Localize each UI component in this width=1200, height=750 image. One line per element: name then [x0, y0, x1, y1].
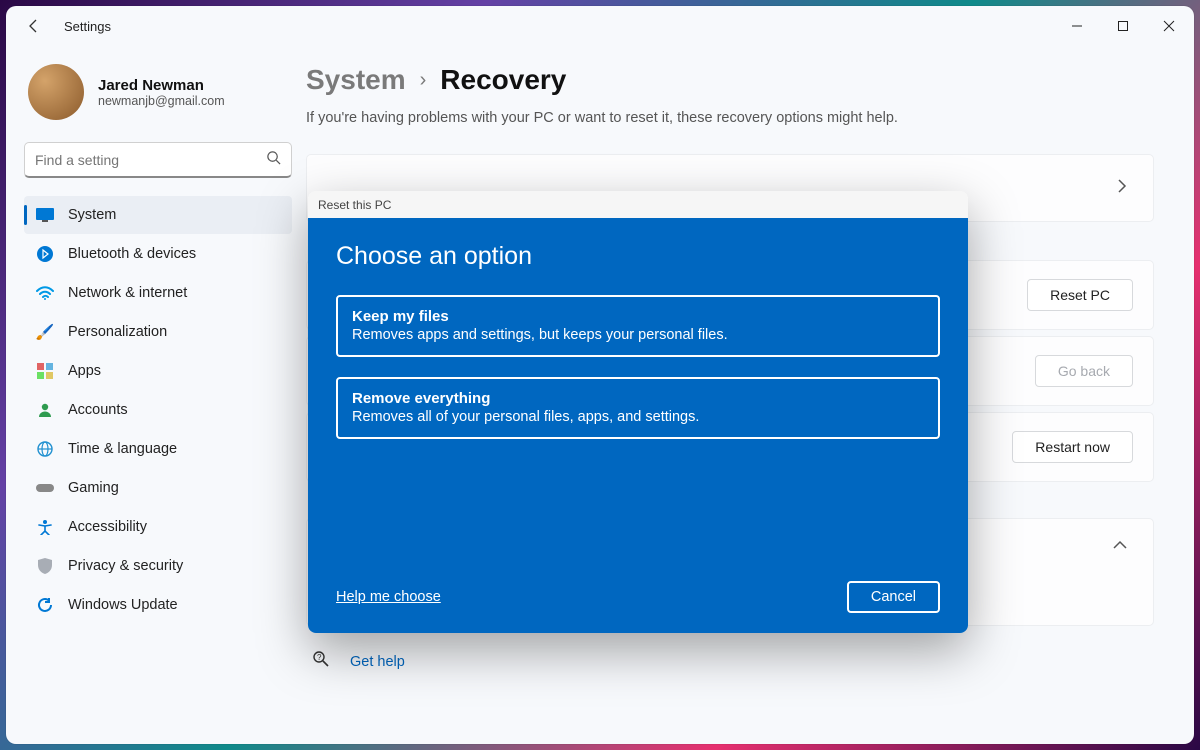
get-help-link[interactable]: Get help [350, 654, 405, 670]
sidebar-item-label: Accessibility [68, 519, 147, 535]
sidebar-item-accounts[interactable]: Accounts [24, 391, 292, 429]
sidebar-item-gaming[interactable]: Gaming [24, 469, 292, 507]
sidebar-item-label: Personalization [68, 324, 167, 340]
help-me-choose-link[interactable]: Help me choose [336, 589, 441, 605]
sidebar-item-apps[interactable]: Apps [24, 352, 292, 390]
brush-icon: 🖌️ [36, 323, 54, 341]
option-keep-my-files[interactable]: Keep my files Removes apps and settings,… [336, 295, 940, 357]
option-title: Remove everything [352, 390, 924, 407]
sidebar-item-label: Network & internet [68, 285, 187, 301]
update-icon [36, 596, 54, 614]
sidebar-item-time-language[interactable]: Time & language [24, 430, 292, 468]
dialog-title: Reset this PC [308, 191, 968, 218]
sidebar-item-label: Apps [68, 363, 101, 379]
apps-icon [36, 362, 54, 380]
chevron-right-icon [1117, 179, 1133, 198]
help-icon: ? [312, 650, 330, 673]
wifi-icon [36, 284, 54, 302]
maximize-button[interactable] [1100, 10, 1146, 42]
sidebar-item-network[interactable]: Network & internet [24, 274, 292, 312]
settings-window: Settings Jared Newman newmanjb@gmail.com [6, 6, 1194, 744]
avatar [28, 64, 84, 120]
page-title: Recovery [440, 64, 566, 96]
app-title: Settings [64, 19, 111, 34]
get-help-row[interactable]: ? Get help [306, 632, 1154, 697]
bluetooth-icon [36, 245, 54, 263]
back-button[interactable] [22, 14, 46, 38]
page-subtitle: If you're having problems with your PC o… [306, 110, 1154, 126]
sidebar: Jared Newman newmanjb@gmail.com System B… [6, 46, 306, 744]
sidebar-item-label: Gaming [68, 480, 119, 496]
reset-pc-dialog: Reset this PC Choose an option Keep my f… [308, 191, 968, 633]
titlebar: Settings [6, 6, 1194, 46]
option-remove-everything[interactable]: Remove everything Removes all of your pe… [336, 377, 940, 439]
person-icon [36, 401, 54, 419]
sidebar-item-label: System [68, 207, 116, 223]
option-desc: Removes all of your personal files, apps… [352, 409, 924, 425]
chevron-right-icon: › [420, 69, 427, 92]
restart-now-button[interactable]: Restart now [1012, 431, 1133, 463]
controller-icon [36, 479, 54, 497]
breadcrumb-parent[interactable]: System [306, 64, 406, 96]
system-icon [36, 206, 54, 224]
option-desc: Removes apps and settings, but keeps you… [352, 327, 924, 343]
minimize-button[interactable] [1054, 10, 1100, 42]
globe-icon [36, 440, 54, 458]
sidebar-item-label: Bluetooth & devices [68, 246, 196, 262]
sidebar-item-label: Privacy & security [68, 558, 183, 574]
sidebar-item-label: Windows Update [68, 597, 178, 613]
chevron-up-icon [1113, 537, 1133, 555]
sidebar-item-system[interactable]: System [24, 196, 292, 234]
sidebar-item-accessibility[interactable]: Accessibility [24, 508, 292, 546]
sidebar-item-bluetooth[interactable]: Bluetooth & devices [24, 235, 292, 273]
dialog-heading: Choose an option [336, 242, 940, 271]
option-title: Keep my files [352, 308, 924, 325]
sidebar-item-personalization[interactable]: 🖌️ Personalization [24, 313, 292, 351]
close-button[interactable] [1146, 10, 1192, 42]
accessibility-icon [36, 518, 54, 536]
cancel-button[interactable]: Cancel [847, 581, 940, 613]
reset-pc-button[interactable]: Reset PC [1027, 279, 1133, 311]
window-controls [1054, 10, 1192, 42]
sidebar-item-update[interactable]: Windows Update [24, 586, 292, 624]
breadcrumb: System › Recovery [306, 64, 1154, 96]
sidebar-item-label: Time & language [68, 441, 177, 457]
sidebar-item-privacy[interactable]: Privacy & security [24, 547, 292, 585]
profile-email: newmanjb@gmail.com [98, 94, 225, 108]
sidebar-item-label: Accounts [68, 402, 128, 418]
sidebar-nav: System Bluetooth & devices Network & int… [24, 196, 292, 624]
search-box[interactable] [24, 142, 292, 178]
profile-block[interactable]: Jared Newman newmanjb@gmail.com [24, 54, 292, 134]
search-input[interactable] [35, 152, 266, 168]
search-icon [266, 150, 281, 170]
profile-name: Jared Newman [98, 77, 225, 94]
svg-text:?: ? [317, 653, 322, 662]
go-back-button[interactable]: Go back [1035, 355, 1133, 387]
shield-icon [36, 557, 54, 575]
